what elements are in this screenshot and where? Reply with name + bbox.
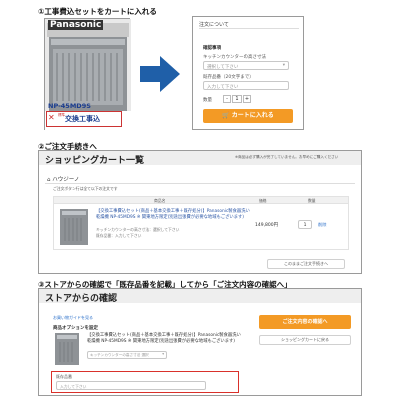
- store-note: ご注文ボタン行は全て以下の注文です: [53, 186, 118, 191]
- cart-frame: ショッピングカート一覧 ※商品は必ず購入が完了していません。お早めにご購入くださ…: [38, 150, 362, 274]
- step1-title: ①工事費込セットをカートに入れる: [38, 7, 157, 16]
- divider: [199, 28, 299, 29]
- confirm-item-name: 【交換工事費込セット(商品＋基本交換工事＋既存処分)】Panasonic製食器洗…: [87, 333, 241, 344]
- delete-link[interactable]: 削除: [318, 222, 326, 228]
- section-title: 確認事項: [203, 46, 221, 51]
- confirm-heading: ストアからの確認: [45, 294, 118, 304]
- table-row: 【交換工事費込セット(商品＋基本交換工事＋既存処分)】Panasonic製食器洗…: [53, 204, 349, 250]
- cart-qty-input[interactable]: 1: [298, 220, 312, 229]
- select-label: キッチンカウンターの高さ寸法: [203, 55, 266, 60]
- chevron-down-icon: ▾: [162, 352, 164, 356]
- cart-option-2: 既存品番：入力して下さい: [96, 233, 142, 238]
- brand-label: Panasonic: [48, 20, 104, 30]
- badge-small-text: 標準: [58, 113, 65, 117]
- select-value: キッチンカウンターの高さ寸法 選択: [90, 353, 149, 357]
- qty-minus-button[interactable]: -: [223, 95, 231, 103]
- cart-icon: 🛒: [222, 112, 230, 119]
- confirm-existing-input[interactable]: 入力して下さい: [56, 381, 206, 390]
- cart-notice: ※商品は必ず購入が完了していません。お早めにご購入ください: [235, 155, 339, 159]
- back-to-cart-button[interactable]: ショッピングカートに戻る: [259, 335, 351, 345]
- model-label: NP-45MD9S: [48, 102, 91, 110]
- existing-label: 既存品番（20文字まで）: [203, 75, 254, 80]
- counter-height-select[interactable]: 選択して下さい ▾: [203, 61, 289, 70]
- add-to-cart-label: カートに入れる: [231, 112, 274, 119]
- cart-item-name[interactable]: 【交換工事費込セット(商品＋基本交換工事＋既存処分)】Panasonic製食器洗…: [96, 209, 254, 220]
- order-panel: 注文について 確認事項 キッチンカウンターの高さ寸法 選択して下さい ▾ 既存品…: [192, 16, 304, 130]
- chevron-down-icon: ▾: [282, 63, 285, 68]
- right-arrow-icon: [140, 56, 180, 92]
- cart-table-header: 商品名 価格 数量: [53, 196, 349, 204]
- install-badge: ✕ 標準 交換工事込: [46, 111, 122, 127]
- qty-plus-button[interactable]: +: [243, 95, 251, 103]
- confirm-existing-label: 既存品番: [56, 374, 72, 379]
- order-panel-header: 注文について: [199, 22, 229, 28]
- existing-model-highlight: 既存品番 入力して下さい: [51, 371, 239, 393]
- confirm-height-select[interactable]: キッチンカウンターの高さ寸法 選択 ▾: [87, 351, 167, 359]
- proceed-checkout-button[interactable]: このままご注文手続きへ: [267, 259, 345, 269]
- cart-item-price: 149,800円: [255, 223, 279, 228]
- existing-model-input[interactable]: 入力して下さい: [203, 81, 289, 90]
- option-title: 商品オプションを設定: [53, 326, 98, 331]
- qty-input[interactable]: 1: [232, 95, 242, 103]
- confirm-order-button[interactable]: ご注文内容の確認へ: [259, 315, 351, 329]
- badge-big-text: 交換工事込: [65, 115, 100, 123]
- cross-tools-icon: ✕: [48, 113, 55, 122]
- divider: [45, 183, 355, 184]
- confirm-frame: ストアからの確認 お買い物ガイドを見る 商品オプションを設定 【交換工事費込セッ…: [38, 288, 362, 396]
- product-thumbnail: [55, 333, 79, 365]
- guide-link[interactable]: お買い物ガイドを見る: [53, 315, 93, 321]
- qty-label: 数量: [203, 98, 212, 103]
- add-to-cart-button[interactable]: 🛒 カートに入れる: [203, 109, 293, 123]
- product-thumbnail[interactable]: [60, 209, 88, 245]
- store-name: ⌂ ハウジーノ: [47, 175, 79, 183]
- cart-heading: ショッピングカート一覧: [45, 156, 145, 166]
- select-value: 選択して下さい: [207, 65, 239, 70]
